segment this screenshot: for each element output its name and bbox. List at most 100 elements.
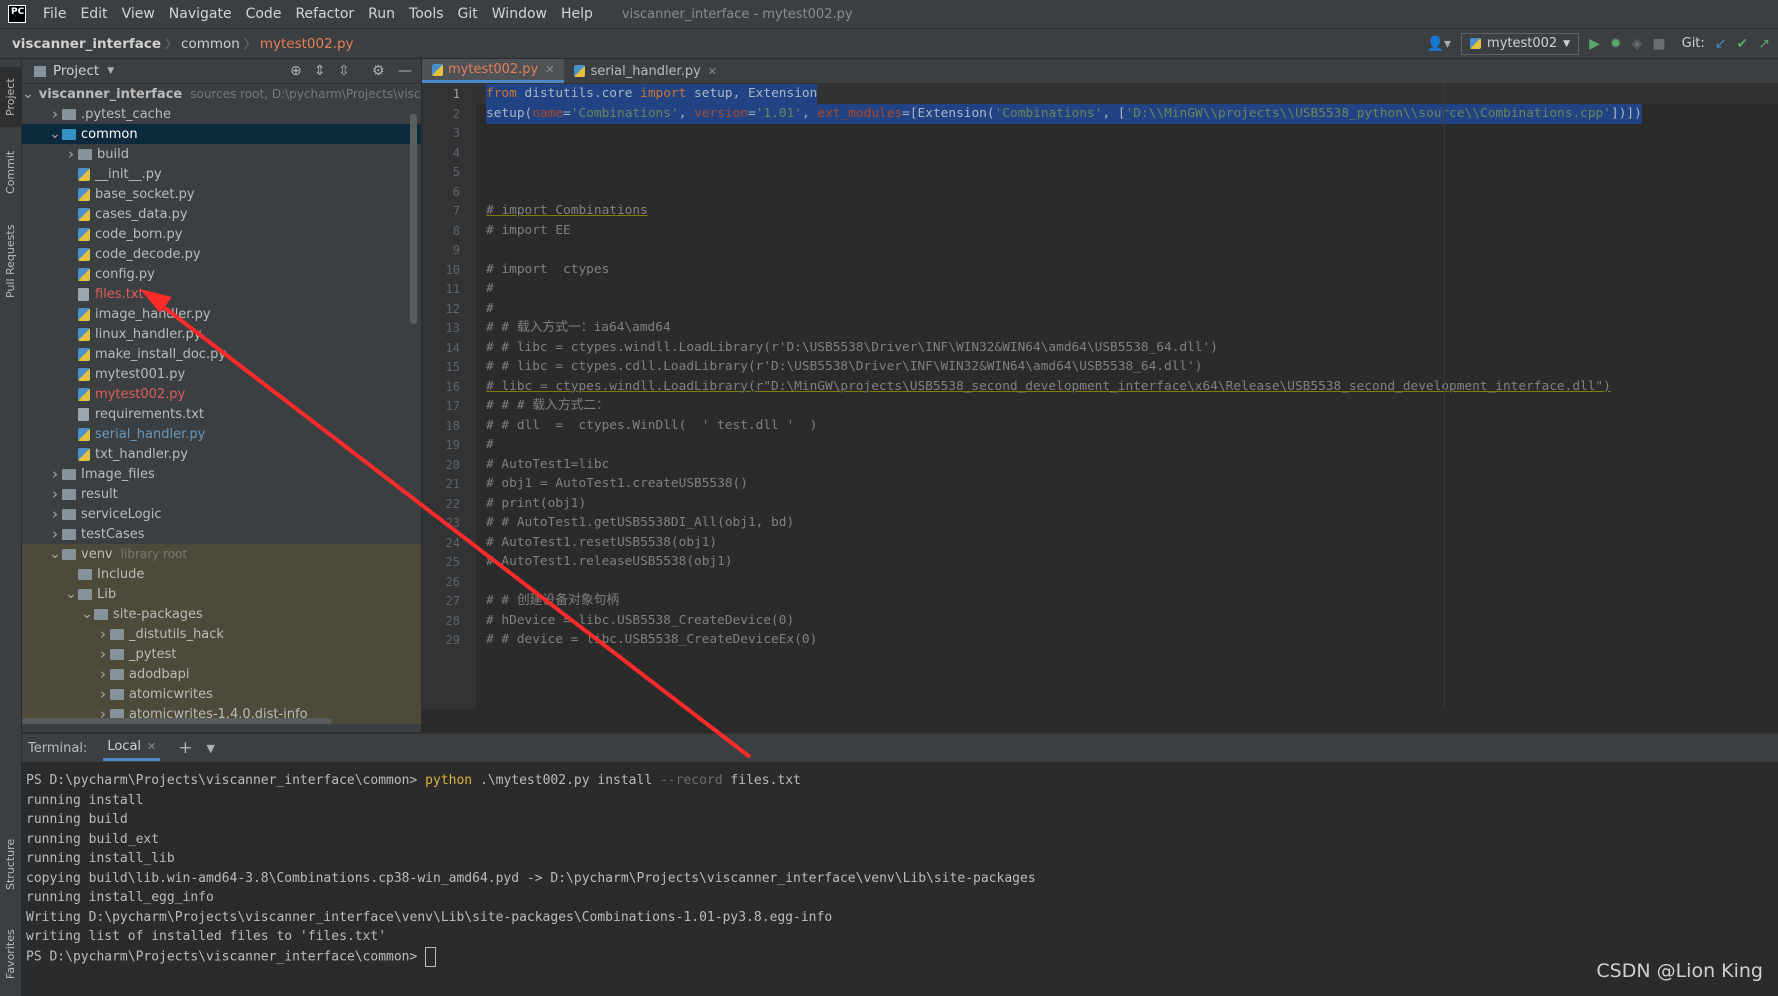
tree-item[interactable]: serial_handler.py	[22, 424, 421, 444]
tree-item[interactable]: Include	[22, 564, 421, 584]
chevron-right-icon[interactable]: ›	[96, 645, 110, 663]
menu-item-run[interactable]: Run	[361, 6, 402, 22]
terminal-output[interactable]: PS D:\pycharm\Projects\viscanner_interfa…	[22, 762, 1778, 996]
tool-tab-commit[interactable]: Commit	[0, 141, 21, 203]
tree-item[interactable]: › Image_files	[22, 464, 421, 484]
run-icon[interactable]: ▶	[1589, 36, 1600, 52]
chevron-down-icon[interactable]: ⌄	[80, 606, 94, 622]
tree-item[interactable]: mytest001.py	[22, 364, 421, 384]
chevron-right-icon[interactable]: ›	[48, 105, 62, 123]
chevron-right-icon[interactable]: ›	[96, 625, 110, 643]
chevron-right-icon[interactable]: ›	[96, 685, 110, 703]
tree-item[interactable]: ⌄ venv library root	[22, 544, 421, 564]
code-line[interactable]: # AutoTest1.resetUSB5538(obj1)	[486, 533, 717, 553]
tool-tab-favorites[interactable]: Favorites	[0, 919, 21, 989]
tool-tab-pull-requests[interactable]: Pull Requests	[0, 211, 21, 311]
tree-item[interactable]: › _pytest	[22, 644, 421, 664]
coverage-icon[interactable]: ◈	[1632, 36, 1643, 52]
tree-item[interactable]: › serviceLogic	[22, 504, 421, 524]
code-line[interactable]: # # dll = ctypes.WinDll( ' test.dll ' )	[486, 416, 817, 436]
tree-item[interactable]: base_socket.py	[22, 184, 421, 204]
gear-icon[interactable]: ⚙	[372, 63, 385, 79]
tree-item[interactable]: › _distutils_hack	[22, 624, 421, 644]
code-line[interactable]: # # # 载入方式二：	[486, 396, 609, 416]
tree-item[interactable]: txt_handler.py	[22, 444, 421, 464]
code-editor[interactable]: from distutils.core import setup, Extens…	[476, 84, 1778, 709]
code-line[interactable]: # import EE	[486, 221, 571, 241]
tree-item[interactable]: linux_handler.py	[22, 324, 421, 344]
tree-item[interactable]: › build	[22, 144, 421, 164]
code-line[interactable]: # # libc = ctypes.windll.LoadLibrary(r'D…	[486, 338, 1218, 358]
chevron-right-icon[interactable]: ›	[64, 145, 78, 163]
tree-item[interactable]: code_born.py	[22, 224, 421, 244]
chevron-right-icon[interactable]: ›	[48, 465, 62, 483]
tree-item[interactable]: files.txt	[22, 284, 421, 304]
chevron-right-icon[interactable]: ›	[48, 525, 62, 543]
debug-icon[interactable]: ✹	[1610, 36, 1622, 52]
tree-vertical-scrollbar[interactable]	[410, 114, 417, 324]
tree-item[interactable]: ⌄ Lib	[22, 584, 421, 604]
git-push-icon[interactable]: ↗	[1758, 36, 1770, 52]
new-terminal-icon[interactable]: +	[178, 738, 192, 758]
chevron-down-icon[interactable]: ⌄	[48, 546, 62, 562]
tree-item[interactable]: cases_data.py	[22, 204, 421, 224]
tree-item[interactable]: ⌄ viscanner_interface sources root, D:\pyc…	[22, 84, 421, 104]
code-line[interactable]: # libc = ctypes.windll.LoadLibrary(r"D:\…	[486, 377, 1611, 397]
tool-tab-structure[interactable]: Structure	[0, 829, 21, 899]
menu-item-window[interactable]: Window	[485, 6, 554, 22]
code-line[interactable]: # # 创建设备对象句柄	[486, 591, 619, 611]
stop-icon[interactable]: ■	[1652, 36, 1665, 52]
breadcrumb-project[interactable]: viscanner_interface	[8, 36, 165, 52]
breadcrumb-file[interactable]: mytest002.py	[256, 36, 358, 52]
editor-tab-mytest002[interactable]: mytest002.py ✕	[422, 59, 565, 83]
close-icon[interactable]: ✕	[708, 65, 717, 78]
menu-item-view[interactable]: View	[115, 6, 162, 22]
menu-item-edit[interactable]: Edit	[73, 6, 114, 22]
tree-item[interactable]: requirements.txt	[22, 404, 421, 424]
chevron-right-icon[interactable]: ›	[48, 485, 62, 503]
code-line[interactable]: # obj1 = AutoTest1.createUSB5538()	[486, 474, 748, 494]
tree-item[interactable]: image_handler.py	[22, 304, 421, 324]
breadcrumb-folder[interactable]: common	[177, 36, 244, 52]
code-line[interactable]: # # libc = ctypes.cdll.LoadLibrary(r'D:\…	[486, 357, 1203, 377]
user-icon[interactable]: 👤▾	[1427, 36, 1451, 52]
tree-item[interactable]: › adodbapi	[22, 664, 421, 684]
code-line[interactable]: # hDevice = libc.USB5538_CreateDevice(0)	[486, 611, 794, 631]
tool-tab-project[interactable]: Project	[0, 67, 21, 127]
tree-item[interactable]: › .pytest_cache	[22, 104, 421, 124]
tree-item[interactable]: config.py	[22, 264, 421, 284]
expand-all-icon[interactable]: ⇕	[314, 63, 326, 79]
locate-file-icon[interactable]: ⊕	[290, 63, 302, 79]
menu-item-file[interactable]: File	[36, 6, 73, 22]
hide-panel-icon[interactable]: —	[398, 63, 412, 79]
code-line[interactable]: # # 载入方式一：ia64\amd64	[486, 318, 671, 338]
chevron-right-icon[interactable]: ›	[96, 665, 110, 683]
chevron-right-icon[interactable]: ›	[48, 505, 62, 523]
code-line[interactable]: setup(name='Combinations', version='1.01…	[486, 103, 1642, 124]
menu-item-tools[interactable]: Tools	[402, 6, 451, 22]
close-icon[interactable]: ✕	[147, 740, 156, 753]
code-line[interactable]: # # AutoTest1.getUSB5538DI_All(obj1, bd)	[486, 513, 794, 533]
tree-item[interactable]: __init__.py	[22, 164, 421, 184]
line-number-gutter[interactable]: 1 2 3 4 5 6 7 8 9 10 11 12 13 14 15 16 17 18 19 20 21 22 23 24 2…	[422, 84, 476, 709]
code-line[interactable]: # print(obj1)	[486, 494, 586, 514]
tree-item[interactable]: make_install_doc.py	[22, 344, 421, 364]
menu-item-code[interactable]: Code	[239, 6, 289, 22]
chevron-down-icon[interactable]: ▼	[107, 66, 114, 76]
code-line[interactable]: # AutoTest1=libc	[486, 455, 609, 475]
collapse-all-icon[interactable]: ⇳	[338, 63, 350, 79]
code-line[interactable]: from distutils.core import setup, Extens…	[486, 84, 818, 104]
git-update-icon[interactable]: ↙	[1715, 36, 1727, 52]
menu-item-help[interactable]: Help	[554, 6, 600, 22]
code-line[interactable]: #	[486, 279, 494, 299]
terminal-tab-local[interactable]: Local ✕	[103, 736, 161, 761]
code-line[interactable]: #	[486, 299, 494, 319]
menu-item-refactor[interactable]: Refactor	[288, 6, 361, 22]
editor-tab-serial-handler[interactable]: serial_handler.py ✕	[564, 59, 727, 83]
code-line[interactable]: # import ctypes	[486, 260, 609, 280]
code-line[interactable]: # import Combinations	[486, 201, 648, 221]
tree-item[interactable]: mytest002.py	[22, 384, 421, 404]
git-commit-icon[interactable]: ✔	[1737, 36, 1749, 52]
chevron-down-icon[interactable]: ▼	[207, 742, 215, 755]
tree-item[interactable]: › atomicwrites	[22, 684, 421, 704]
